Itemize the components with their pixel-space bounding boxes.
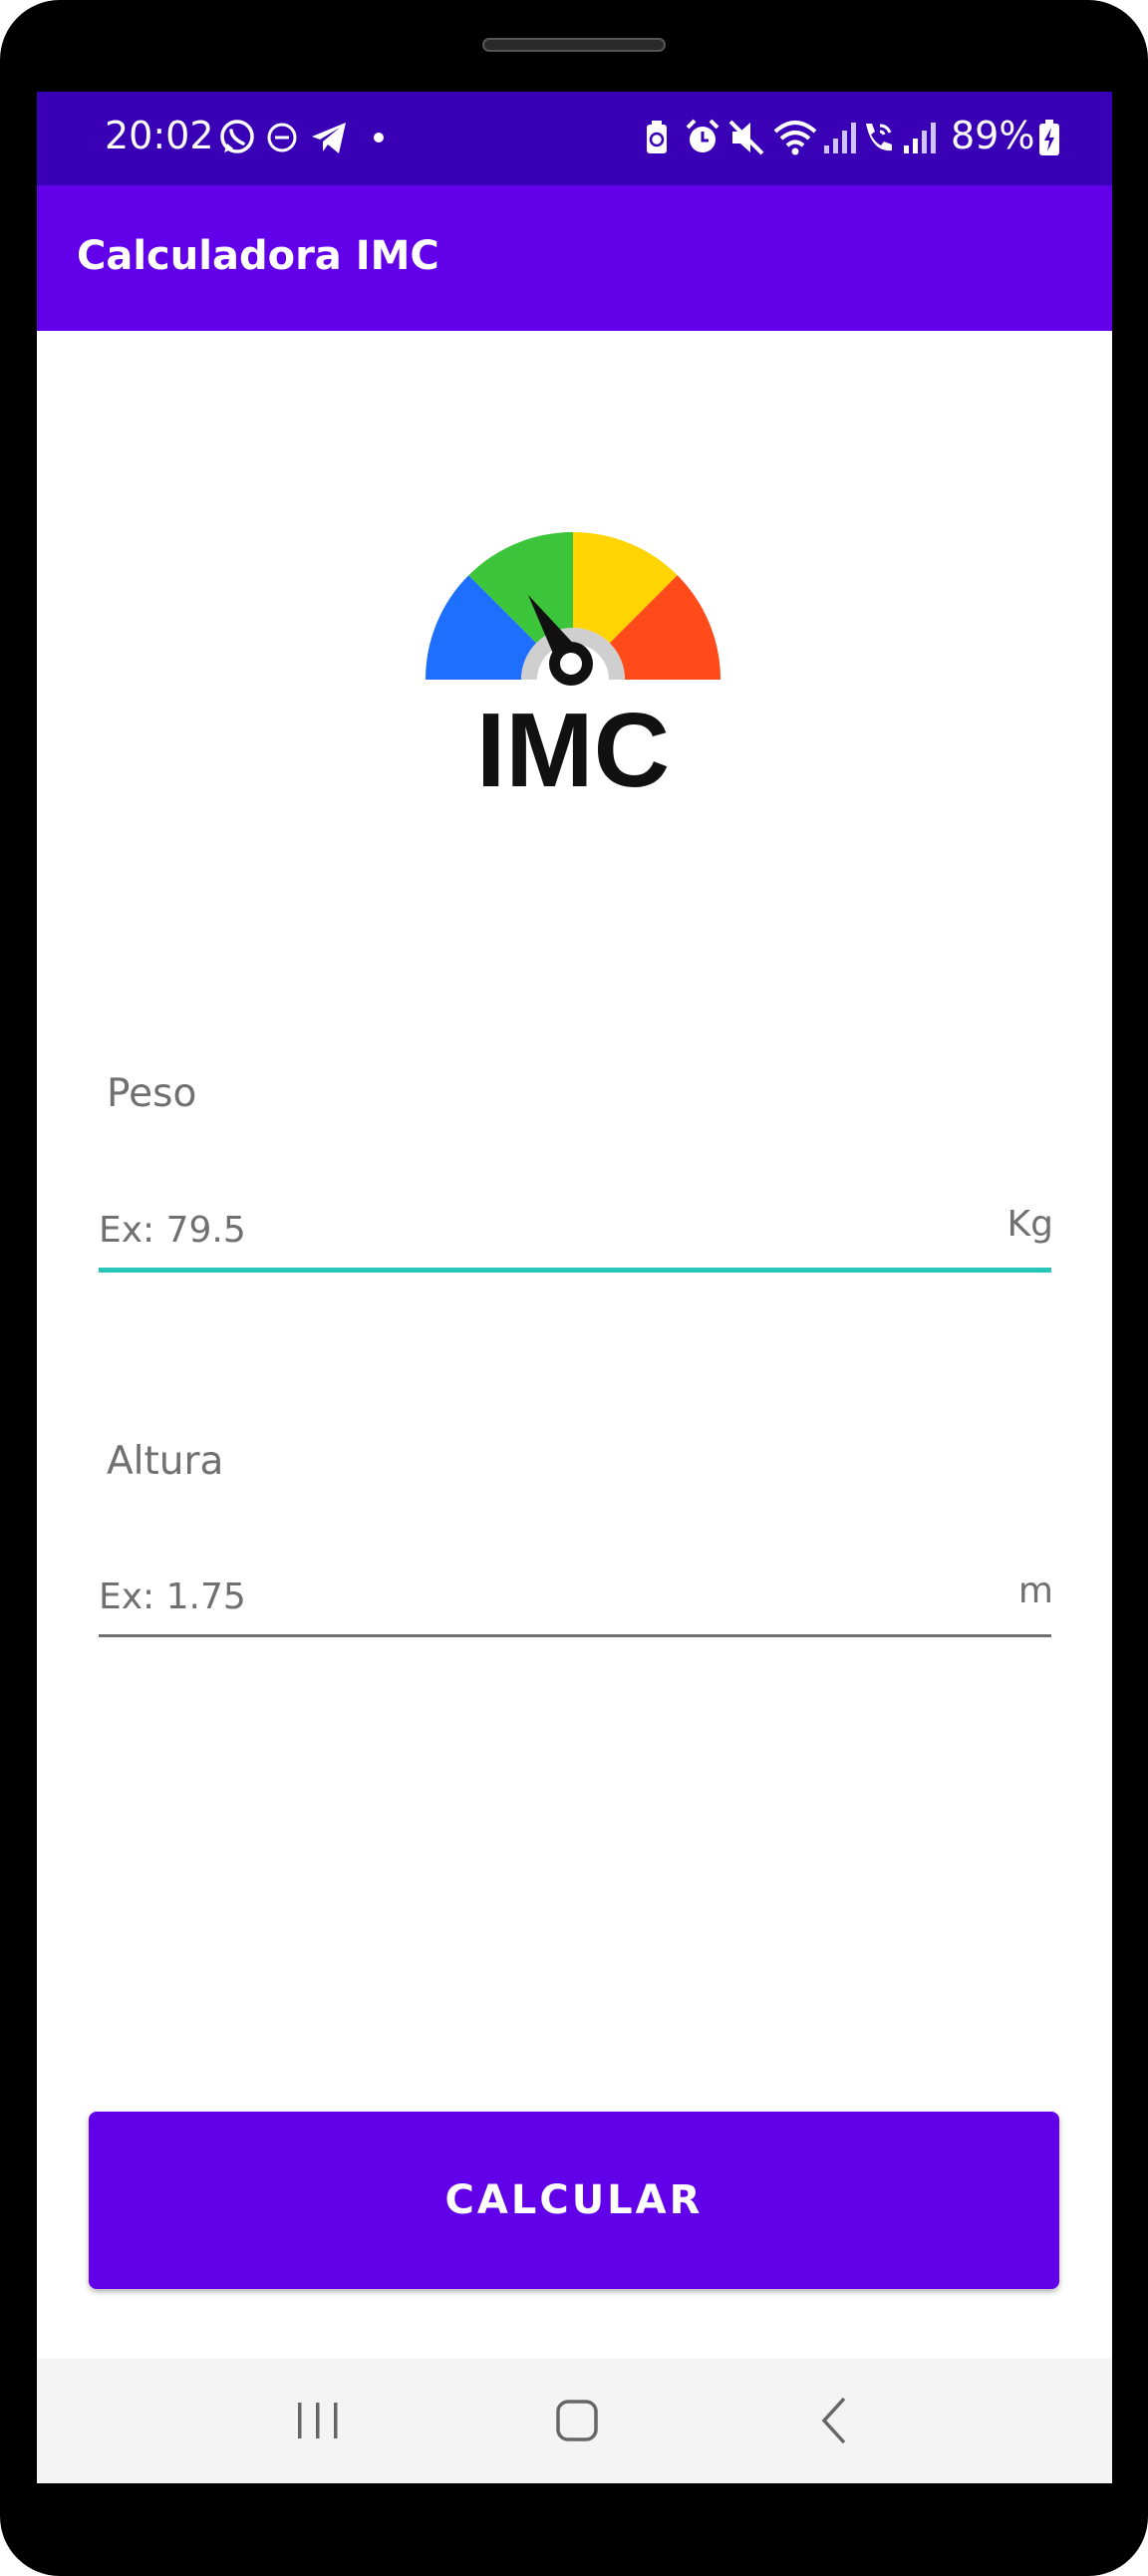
phone-frame: 20:02 89% Calculadora IMC IMC Peso Ex: 7… [0, 0, 1148, 2576]
peso-underline [99, 1268, 1051, 1273]
signal-icon [824, 123, 856, 153]
battery-percentage: 89% [951, 114, 1035, 157]
peso-field: Kg [99, 1198, 1053, 1276]
wifi-call-icon [866, 124, 892, 151]
altura-unit: m [1017, 1571, 1053, 1611]
peso-unit: Kg [1006, 1204, 1053, 1245]
wifi-icon [773, 121, 817, 155]
recents-icon[interactable] [278, 2389, 358, 2452]
telegram-icon [312, 123, 346, 153]
logo-text: IMC [476, 692, 670, 809]
imc-logo: IMC [425, 531, 721, 809]
signal-icon [904, 123, 936, 153]
app-bar: Calculadora IMC [37, 185, 1112, 331]
altura-underline [99, 1634, 1051, 1637]
battery-charging-icon [1039, 120, 1059, 155]
calcular-button[interactable]: CALCULAR [89, 2112, 1059, 2289]
screen: 20:02 89% Calculadora IMC IMC Peso Ex: 7… [37, 92, 1112, 2483]
mute-icon [728, 120, 764, 155]
app-title: Calculadora IMC [77, 233, 439, 279]
battery-saver-icon [647, 121, 667, 153]
altura-input[interactable] [99, 1565, 976, 1628]
back-icon[interactable] [796, 2389, 876, 2452]
whatsapp-icon [220, 120, 254, 153]
navigation-bar [37, 2359, 1112, 2483]
altura-field: m [99, 1565, 1053, 1642]
altura-label: Altura [107, 1439, 224, 1484]
dot-icon [374, 133, 384, 143]
status-bar: 20:02 89% [37, 92, 1112, 185]
peso-label: Peso [107, 1071, 197, 1116]
alarm-icon [686, 119, 719, 152]
status-time: 20:02 [105, 114, 214, 157]
home-icon[interactable] [537, 2389, 617, 2452]
dnd-icon [267, 123, 297, 152]
peso-input[interactable] [99, 1198, 976, 1262]
phone-speaker [482, 38, 666, 52]
